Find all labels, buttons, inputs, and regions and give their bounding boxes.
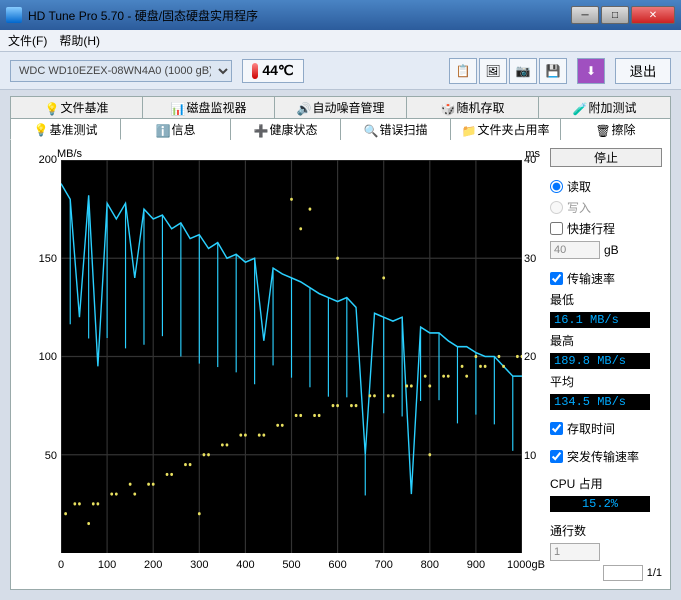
chart-area: MB/s ms 50100150200 10203040 01002003004…: [19, 148, 542, 581]
chart-plot: [61, 160, 522, 553]
min-label: 最低: [550, 291, 662, 308]
menu-help[interactable]: 帮助(H): [59, 32, 100, 49]
tab-aam[interactable]: 🔊自动噪音管理: [275, 96, 407, 118]
health-icon: ➕: [253, 124, 265, 136]
progress-box: [603, 565, 643, 581]
trash-icon: 🗑: [595, 124, 607, 136]
side-panel: 停止 读取 写入 快捷行程 gB 传输速率 最低 16.1 MB/s 最高 18…: [550, 148, 662, 581]
transfer-check[interactable]: 传输速率: [550, 270, 662, 287]
pass-label: 通行数: [550, 522, 662, 539]
copy-screenshot-button[interactable]: 🖼: [479, 58, 507, 84]
tab-info[interactable]: ℹ️信息: [121, 118, 231, 140]
window-buttons: ─ □ ✕: [571, 6, 675, 24]
drive-select[interactable]: WDC WD10EZEX-08WN4A0 (1000 gB): [10, 60, 232, 82]
content-area: 💡文件基准 📊磁盘监视器 🔊自动噪音管理 🎲随机存取 🧪附加测试 💡基准测试 ℹ…: [0, 90, 681, 600]
screenshot-button[interactable]: 📷: [509, 58, 537, 84]
write-radio[interactable]: 写入: [550, 199, 662, 216]
app-icon: [6, 7, 22, 23]
save-button[interactable]: 💾: [539, 58, 567, 84]
access-time-check[interactable]: 存取时间: [550, 420, 662, 437]
folder-icon: 📁: [461, 124, 473, 136]
dice-icon: 🎲: [440, 102, 452, 114]
read-radio[interactable]: 读取: [550, 178, 662, 195]
speaker-icon: 🔊: [296, 102, 308, 114]
search-icon: 🔍: [363, 124, 375, 136]
menu-file[interactable]: 文件(F): [8, 32, 47, 49]
window-title: HD Tune Pro 5.70 - 硬盘/固态硬盘实用程序: [28, 7, 571, 24]
thermometer-icon: [252, 63, 258, 79]
max-value: 189.8 MB/s: [550, 353, 650, 369]
exit-button[interactable]: 退出: [615, 58, 671, 84]
avg-label: 平均: [550, 373, 662, 390]
y-axis-label-left: MB/s: [57, 148, 82, 160]
short-stroke-input[interactable]: [550, 241, 600, 259]
cpu-value: 15.2%: [550, 496, 650, 512]
monitor-icon: 📊: [170, 102, 182, 114]
start-stop-button[interactable]: 停止: [550, 148, 662, 167]
tab-random-access[interactable]: 🎲随机存取: [407, 96, 539, 118]
tab-error-scan[interactable]: 🔍错误扫描: [341, 118, 451, 140]
flask-icon: 🧪: [572, 102, 584, 114]
menubar: 文件(F) 帮助(H): [0, 30, 681, 52]
bulb-icon: 💡: [44, 102, 56, 114]
pass-input[interactable]: [550, 543, 600, 561]
avg-value: 134.5 MB/s: [550, 394, 650, 410]
max-label: 最高: [550, 332, 662, 349]
temperature-box: 44℃: [242, 59, 304, 83]
bulb-icon: 💡: [33, 123, 45, 135]
short-stroke-value: gB: [550, 241, 662, 259]
tab-file-benchmark[interactable]: 💡文件基准: [10, 96, 143, 118]
cpu-label: CPU 占用: [550, 475, 662, 492]
tabs-row-1: 💡文件基准 📊磁盘监视器 🔊自动噪音管理 🎲随机存取 🧪附加测试: [10, 96, 671, 118]
temperature-value: 44℃: [262, 62, 293, 79]
options-button[interactable]: ⬇: [577, 58, 605, 84]
pass-counter: 1/1: [550, 565, 662, 581]
tab-erase[interactable]: 🗑擦除: [561, 118, 671, 140]
titlebar: HD Tune Pro 5.70 - 硬盘/固态硬盘实用程序 ─ □ ✕: [0, 0, 681, 30]
tab-extra-tests[interactable]: 🧪附加测试: [539, 96, 671, 118]
tabs-row-2: 💡基准测试 ℹ️信息 ➕健康状态 🔍错误扫描 📁文件夹占用率 🗑擦除: [10, 118, 671, 140]
burst-rate-check[interactable]: 突发传输速率: [550, 448, 662, 465]
close-button[interactable]: ✕: [631, 6, 675, 24]
copy-info-button[interactable]: 📋: [449, 58, 477, 84]
minimize-button[interactable]: ─: [571, 6, 599, 24]
tab-folder-usage[interactable]: 📁文件夹占用率: [451, 118, 561, 140]
info-icon: ℹ️: [155, 124, 167, 136]
toolbar: WDC WD10EZEX-08WN4A0 (1000 gB) 44℃ 📋 🖼 📷…: [0, 52, 681, 90]
benchmark-panel: MB/s ms 50100150200 10203040 01002003004…: [10, 140, 671, 590]
tab-disk-monitor[interactable]: 📊磁盘监视器: [143, 96, 275, 118]
short-stroke-check[interactable]: 快捷行程: [550, 220, 662, 237]
maximize-button[interactable]: □: [601, 6, 629, 24]
tab-benchmark[interactable]: 💡基准测试: [10, 118, 121, 140]
min-value: 16.1 MB/s: [550, 312, 650, 328]
tab-health[interactable]: ➕健康状态: [231, 118, 341, 140]
